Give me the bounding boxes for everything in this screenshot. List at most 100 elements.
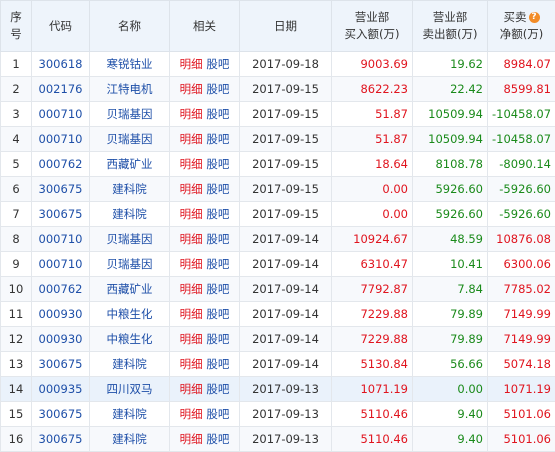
cell-code-link[interactable]: 000710 (32, 102, 90, 127)
cell-name-link[interactable]: 贝瑞基因 (90, 127, 170, 152)
cell-name-link[interactable]: 西藏矿业 (90, 152, 170, 177)
cell-name-link[interactable]: 建科院 (90, 202, 170, 227)
forum-link[interactable]: 股吧 (206, 232, 229, 246)
cell-name-link[interactable]: 建科院 (90, 402, 170, 427)
cell-code-link[interactable]: 300675 (32, 202, 90, 227)
detail-link[interactable]: 明细 (180, 432, 203, 446)
cell-code-link[interactable]: 000935 (32, 377, 90, 402)
cell-seq: 11 (1, 302, 32, 327)
cell-buy-amount: 0.00 (332, 202, 413, 227)
table-row[interactable]: 12000930中粮生化明细 股吧2017-09-147229.8879.897… (1, 327, 555, 352)
cell-code-link[interactable]: 300675 (32, 427, 90, 452)
cell-seq: 9 (1, 252, 32, 277)
table-row[interactable]: 14000935四川双马明细 股吧2017-09-131071.190.0010… (1, 377, 555, 402)
cell-code-link[interactable]: 000710 (32, 127, 90, 152)
cell-name-link[interactable]: 西藏矿业 (90, 277, 170, 302)
cell-name-link[interactable]: 贝瑞基因 (90, 252, 170, 277)
header-buy-amount[interactable]: 营业部 买入额(万) (332, 1, 413, 52)
detail-link[interactable]: 明细 (180, 182, 203, 196)
cell-code-link[interactable]: 300618 (32, 52, 90, 77)
cell-name-link[interactable]: 寒锐钴业 (90, 52, 170, 77)
cell-code-link[interactable]: 300675 (32, 352, 90, 377)
detail-link[interactable]: 明细 (180, 282, 203, 296)
cell-name-link[interactable]: 四川双马 (90, 377, 170, 402)
detail-link[interactable]: 明细 (180, 307, 203, 321)
table-row[interactable]: 16300675建科院明细 股吧2017-09-135110.469.40510… (1, 427, 555, 452)
detail-link[interactable]: 明细 (180, 257, 203, 271)
header-code[interactable]: 代码 (32, 1, 90, 52)
cell-seq: 13 (1, 352, 32, 377)
table-row[interactable]: 4000710贝瑞基因明细 股吧2017-09-1551.8710509.94-… (1, 127, 555, 152)
table-row[interactable]: 3000710贝瑞基因明细 股吧2017-09-1551.8710509.94-… (1, 102, 555, 127)
cell-buy-amount: 9003.69 (332, 52, 413, 77)
cell-name-link[interactable]: 贝瑞基因 (90, 227, 170, 252)
forum-link[interactable]: 股吧 (206, 257, 229, 271)
detail-link[interactable]: 明细 (180, 157, 203, 171)
header-date[interactable]: 日期 (240, 1, 332, 52)
forum-link[interactable]: 股吧 (206, 207, 229, 221)
cell-code-link[interactable]: 000710 (32, 227, 90, 252)
cell-name-link[interactable]: 建科院 (90, 427, 170, 452)
cell-related: 明细 股吧 (170, 102, 240, 127)
forum-link[interactable]: 股吧 (206, 282, 229, 296)
detail-link[interactable]: 明细 (180, 57, 203, 71)
cell-date: 2017-09-13 (240, 427, 332, 452)
header-net-amount[interactable]: 买卖? 净额(万) (488, 1, 555, 52)
forum-link[interactable]: 股吧 (206, 132, 229, 146)
table-row[interactable]: 2002176江特电机明细 股吧2017-09-158622.2322.4285… (1, 77, 555, 102)
detail-link[interactable]: 明细 (180, 207, 203, 221)
table-row[interactable]: 13300675建科院明细 股吧2017-09-145130.8456.6650… (1, 352, 555, 377)
detail-link[interactable]: 明细 (180, 332, 203, 346)
cell-code-link[interactable]: 000930 (32, 327, 90, 352)
cell-buy-amount: 5130.84 (332, 352, 413, 377)
cell-code-link[interactable]: 000930 (32, 302, 90, 327)
forum-link[interactable]: 股吧 (206, 407, 229, 421)
table-row[interactable]: 6300675建科院明细 股吧2017-09-150.005926.60-592… (1, 177, 555, 202)
forum-link[interactable]: 股吧 (206, 432, 229, 446)
table-row[interactable]: 8000710贝瑞基因明细 股吧2017-09-1410924.6748.591… (1, 227, 555, 252)
cell-code-link[interactable]: 000710 (32, 252, 90, 277)
cell-name-link[interactable]: 贝瑞基因 (90, 102, 170, 127)
header-sell-amount[interactable]: 营业部 卖出额(万) (413, 1, 488, 52)
cell-name-link[interactable]: 建科院 (90, 177, 170, 202)
cell-name-link[interactable]: 中粮生化 (90, 302, 170, 327)
forum-link[interactable]: 股吧 (206, 357, 229, 371)
forum-link[interactable]: 股吧 (206, 332, 229, 346)
detail-link[interactable]: 明细 (180, 382, 203, 396)
detail-link[interactable]: 明细 (180, 82, 203, 96)
cell-net-amount: -10458.07 (488, 102, 555, 127)
table-row[interactable]: 7300675建科院明细 股吧2017-09-150.005926.60-592… (1, 202, 555, 227)
forum-link[interactable]: 股吧 (206, 157, 229, 171)
table-row[interactable]: 5000762西藏矿业明细 股吧2017-09-1518.648108.78-8… (1, 152, 555, 177)
cell-code-link[interactable]: 300675 (32, 402, 90, 427)
forum-link[interactable]: 股吧 (206, 57, 229, 71)
cell-date: 2017-09-15 (240, 177, 332, 202)
table-row[interactable]: 15300675建科院明细 股吧2017-09-135110.469.40510… (1, 402, 555, 427)
forum-link[interactable]: 股吧 (206, 182, 229, 196)
question-icon[interactable]: ? (529, 12, 540, 23)
detail-link[interactable]: 明细 (180, 107, 203, 121)
detail-link[interactable]: 明细 (180, 357, 203, 371)
forum-link[interactable]: 股吧 (206, 307, 229, 321)
cell-code-link[interactable]: 002176 (32, 77, 90, 102)
detail-link[interactable]: 明细 (180, 407, 203, 421)
cell-net-amount: -8090.14 (488, 152, 555, 177)
table-row[interactable]: 1300618寒锐钴业明细 股吧2017-09-189003.6919.6289… (1, 52, 555, 77)
forum-link[interactable]: 股吧 (206, 382, 229, 396)
header-seq[interactable]: 序号 (1, 1, 32, 52)
cell-code-link[interactable]: 300675 (32, 177, 90, 202)
cell-name-link[interactable]: 江特电机 (90, 77, 170, 102)
forum-link[interactable]: 股吧 (206, 82, 229, 96)
table-row[interactable]: 9000710贝瑞基因明细 股吧2017-09-146310.4710.4163… (1, 252, 555, 277)
table-row[interactable]: 11000930中粮生化明细 股吧2017-09-147229.8879.897… (1, 302, 555, 327)
cell-name-link[interactable]: 建科院 (90, 352, 170, 377)
header-name[interactable]: 名称 (90, 1, 170, 52)
forum-link[interactable]: 股吧 (206, 107, 229, 121)
detail-link[interactable]: 明细 (180, 232, 203, 246)
cell-code-link[interactable]: 000762 (32, 277, 90, 302)
cell-name-link[interactable]: 中粮生化 (90, 327, 170, 352)
detail-link[interactable]: 明细 (180, 132, 203, 146)
cell-net-amount: 8984.07 (488, 52, 555, 77)
table-row[interactable]: 10000762西藏矿业明细 股吧2017-09-147792.877.8477… (1, 277, 555, 302)
cell-code-link[interactable]: 000762 (32, 152, 90, 177)
